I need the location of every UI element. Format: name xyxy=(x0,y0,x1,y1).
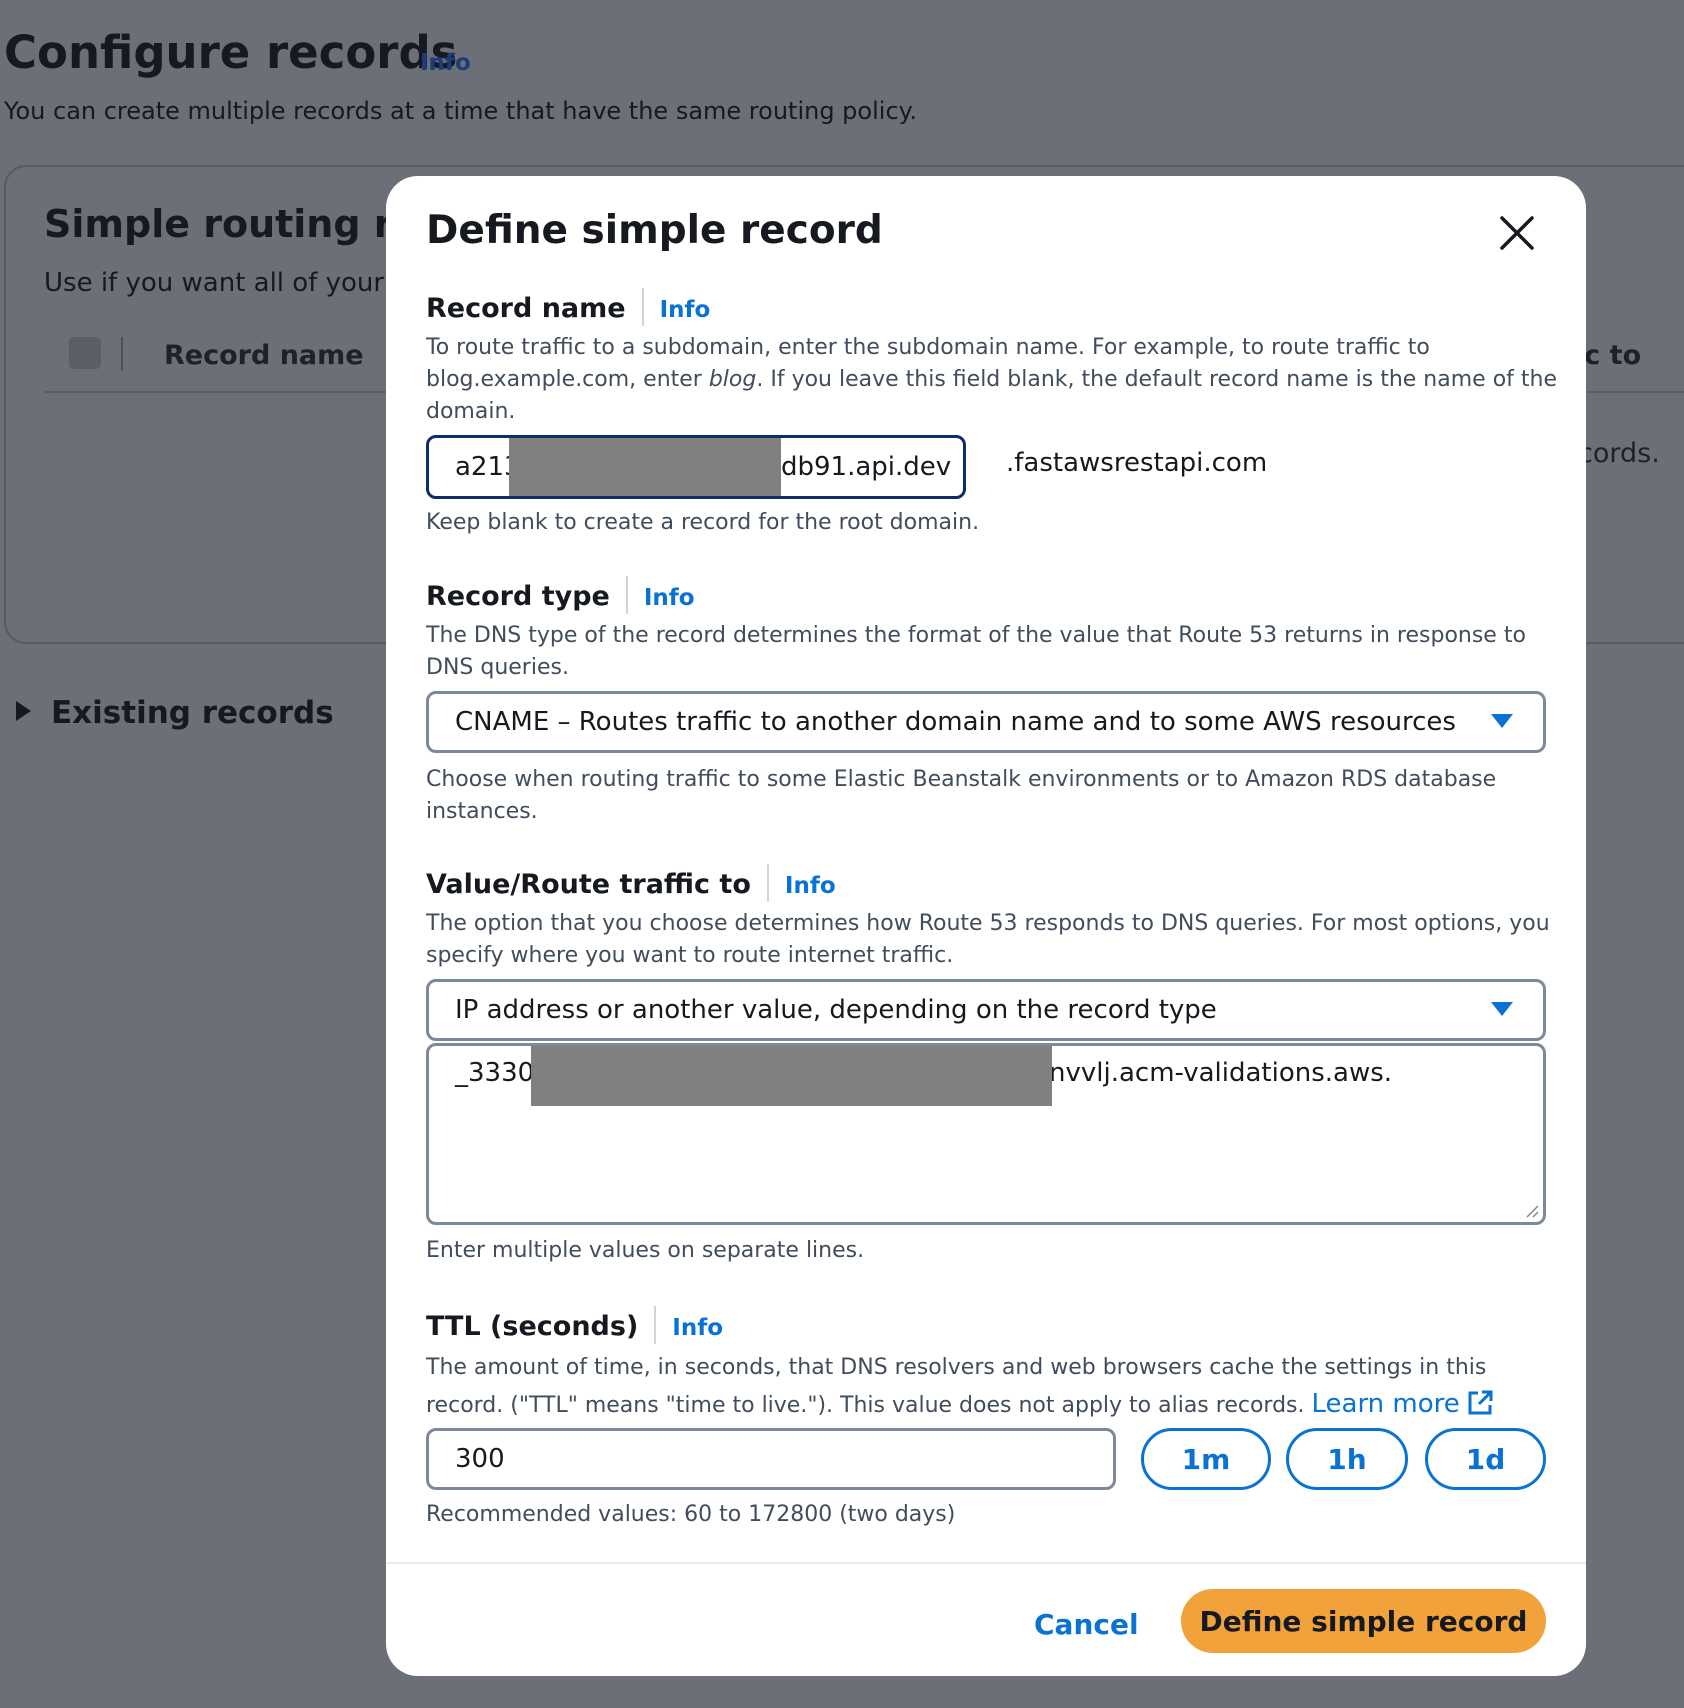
domain-suffix: .fastawsrestapi.com xyxy=(1006,448,1268,478)
value-textarea-start: _3330 xyxy=(455,1058,535,1088)
column-header-record-name: Record name xyxy=(164,340,364,371)
select-all-checkbox[interactable] xyxy=(69,337,101,369)
record-type-info-link[interactable]: Info xyxy=(644,585,695,611)
label-separator xyxy=(641,288,644,326)
record-type-description: The DNS type of the record determines th… xyxy=(426,623,1526,680)
modal-title: Define simple record xyxy=(426,208,883,253)
dropdown-caret-icon xyxy=(1491,714,1513,728)
record-name-desc-em: blog xyxy=(708,367,757,392)
ttl-value: 300 xyxy=(455,1444,505,1474)
value-route-description: The option that you choose determines ho… xyxy=(426,911,1550,968)
record-type-label: Record type xyxy=(426,581,610,612)
ttl-preset-1m-button[interactable]: 1m xyxy=(1141,1428,1271,1490)
caret-right-icon xyxy=(16,701,31,721)
ttl-input[interactable]: 300 xyxy=(426,1428,1116,1490)
record-type-label-row: Record type Info xyxy=(426,576,695,614)
resize-grip-icon[interactable] xyxy=(1525,1204,1539,1218)
cancel-button[interactable]: Cancel xyxy=(1034,1608,1139,1641)
existing-records-label: Existing records xyxy=(51,695,334,731)
record-name-description: To route traffic to a subdomain, enter t… xyxy=(426,332,1561,428)
card-description: Use if you want all of your xyxy=(44,268,385,298)
learn-more-label: Learn more xyxy=(1311,1389,1460,1419)
record-name-info-link[interactable]: Info xyxy=(660,297,711,323)
value-textarea[interactable]: _3330 nvvlj.acm-validations.aws. xyxy=(426,1043,1546,1225)
learn-more-link[interactable]: Learn more xyxy=(1311,1389,1493,1419)
page-info-link[interactable]: Info xyxy=(420,50,471,76)
define-simple-record-modal: Define simple record Record name Info To … xyxy=(386,176,1586,1676)
page-title: Configure records xyxy=(4,26,458,79)
record-name-input[interactable]: a213 db91.api.dev xyxy=(426,435,966,499)
value-route-label-row: Value/Route traffic to Info xyxy=(426,864,836,902)
page-description: You can create multiple records at a tim… xyxy=(4,97,918,125)
redaction-block xyxy=(531,1046,1052,1106)
value-textarea-end: nvvlj.acm-validations.aws. xyxy=(1049,1058,1393,1088)
value-route-info-link[interactable]: Info xyxy=(785,873,836,899)
ttl-preset-1h-button[interactable]: 1h xyxy=(1286,1428,1408,1490)
label-separator xyxy=(766,864,769,902)
record-type-select[interactable]: CNAME – Routes traffic to another domain… xyxy=(426,691,1546,753)
external-link-icon xyxy=(1468,1390,1493,1415)
label-separator xyxy=(625,576,628,614)
value-route-hint: Enter multiple values on separate lines. xyxy=(426,1238,865,1263)
ttl-label: TTL (seconds) xyxy=(426,1311,639,1342)
record-name-label-row: Record name Info xyxy=(426,288,710,326)
ttl-description: The amount of time, in seconds, that DNS… xyxy=(426,1350,1561,1424)
record-name-label: Record name xyxy=(426,293,626,324)
dropdown-caret-icon xyxy=(1491,1002,1513,1016)
redaction-block xyxy=(509,438,781,496)
close-icon[interactable] xyxy=(1496,212,1538,254)
value-route-selected: IP address or another value, depending o… xyxy=(455,995,1217,1025)
value-route-select[interactable]: IP address or another value, depending o… xyxy=(426,979,1546,1041)
record-name-hint: Keep blank to create a record for the ro… xyxy=(426,510,980,535)
value-route-label: Value/Route traffic to xyxy=(426,869,751,900)
table-empty-text: cords. xyxy=(1578,438,1660,469)
ttl-label-row: TTL (seconds) Info xyxy=(426,1306,723,1344)
define-simple-record-button[interactable]: Define simple record xyxy=(1181,1589,1546,1653)
footer-divider xyxy=(386,1562,1586,1564)
ttl-preset-1d-button[interactable]: 1d xyxy=(1425,1428,1546,1490)
record-type-selected: CNAME – Routes traffic to another domain… xyxy=(455,707,1456,737)
ttl-hint: Recommended values: 60 to 172800 (two da… xyxy=(426,1502,956,1527)
existing-records-toggle[interactable]: Existing records xyxy=(16,695,334,731)
record-name-value-end: db91.api.dev xyxy=(781,452,952,482)
label-separator xyxy=(654,1306,657,1344)
column-divider xyxy=(121,337,123,371)
ttl-info-link[interactable]: Info xyxy=(672,1315,723,1341)
card-title: Simple routing rec xyxy=(44,202,441,246)
record-type-hint: Choose when routing traffic to some Elas… xyxy=(426,767,1497,824)
